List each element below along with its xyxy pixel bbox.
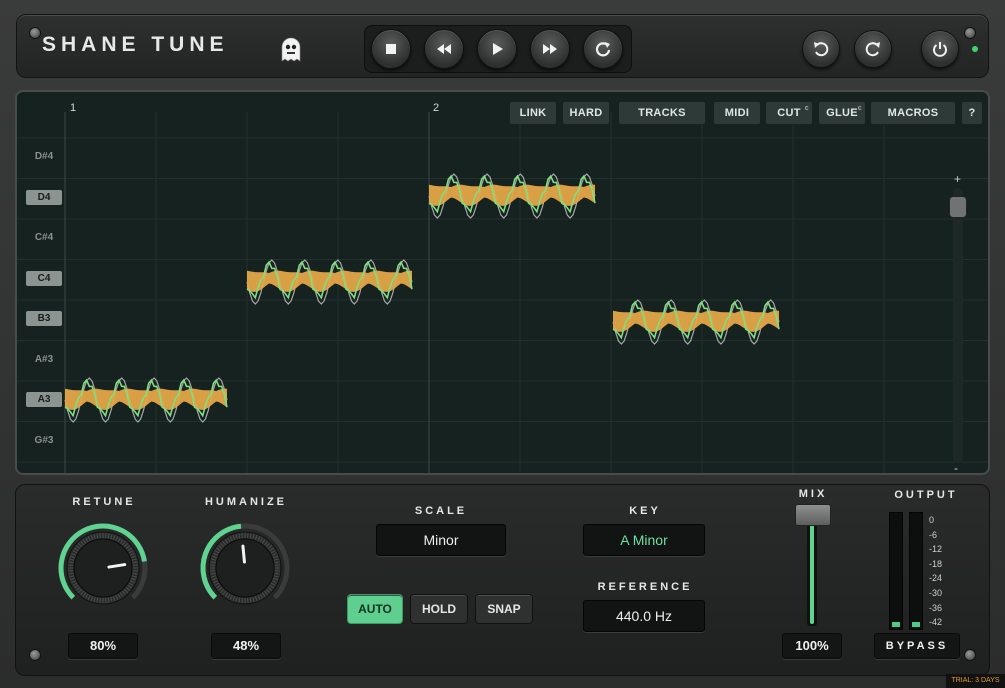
screw-icon [29, 649, 41, 661]
output-meter-right [909, 512, 923, 630]
humanize-value[interactable]: 48% [211, 633, 281, 659]
undo-button[interactable] [802, 30, 840, 68]
midi-button[interactable]: MIDI [713, 101, 761, 125]
link-button[interactable]: LINK [509, 101, 557, 125]
power-button[interactable] [921, 30, 959, 68]
note-label-dsharp4: D#4 [34, 151, 54, 162]
knob-cap [215, 538, 275, 598]
stop-icon [386, 44, 396, 54]
cut-button[interactable]: CUT c [765, 101, 813, 125]
note-label-d4: D4 [26, 189, 62, 205]
retune-value[interactable]: 80% [68, 633, 138, 659]
note-label-b3: B3 [26, 311, 62, 326]
note-label-asharp3: A#3 [34, 353, 54, 365]
fast-forward-icon [543, 44, 557, 54]
reference-label: REFERENCE [597, 581, 693, 593]
play-button[interactable] [477, 29, 517, 69]
mix-slider-fill [810, 524, 814, 624]
retune-knob[interactable] [48, 516, 158, 616]
ghost-logo-icon [281, 37, 301, 62]
mix-label: MIX [798, 488, 828, 500]
note-label-csharp4: C#4 [34, 232, 54, 243]
play-icon [493, 43, 503, 55]
meter-scale-tick: 0 [929, 515, 935, 525]
vertical-zoom-thumb[interactable] [949, 196, 967, 218]
key-select[interactable]: A Minor [583, 524, 705, 556]
loop-icon [595, 42, 611, 57]
meter-scale-tick: -30 [929, 588, 943, 598]
note-label-gsharp3: G#3 [34, 434, 54, 446]
plugin-window: SHANE TUNE 1 2 D#4 D4 C#4 C4 B3 A#3 A3 G#3 [0, 0, 1005, 688]
key-label: KEY [629, 505, 661, 517]
redo-icon [865, 42, 880, 57]
meter-scale-tick: -18 [929, 558, 943, 569]
hard-button[interactable]: HARD [562, 101, 610, 125]
screw-icon [964, 649, 976, 661]
humanize-knob[interactable] [190, 516, 300, 616]
snap-mode-button[interactable]: SNAP [475, 594, 533, 624]
meter-scale-tick: -42 [929, 617, 943, 628]
redo-button[interactable] [854, 30, 892, 68]
vertical-zoom-track[interactable] [953, 188, 963, 463]
cut-shortcut-marker: c [804, 105, 809, 112]
humanize-label: HUMANIZE [204, 496, 288, 508]
hold-mode-button[interactable]: HOLD [410, 594, 468, 624]
meter-scale-tick: -36 [929, 602, 943, 613]
mix-slider-thumb[interactable] [795, 504, 831, 526]
knob-cap [73, 538, 133, 598]
bar-marker-1: 1 [70, 102, 77, 114]
power-indicator-led [972, 46, 978, 52]
tracks-button[interactable]: TRACKS [618, 101, 706, 125]
meter-scale-tick: -12 [929, 544, 943, 555]
screw-icon [29, 27, 41, 39]
macros-button[interactable]: MACROS [870, 101, 956, 125]
rewind-icon [437, 44, 451, 54]
glue-shortcut-marker: c [857, 105, 862, 112]
meter-scale-tick: -24 [929, 573, 943, 584]
mix-value[interactable]: 100% [782, 633, 842, 659]
undo-icon [814, 42, 829, 57]
trial-badge: TRIAL: 3 DAYS [946, 674, 1005, 688]
help-button[interactable]: ? [961, 101, 983, 125]
bypass-button[interactable]: BYPASS [874, 633, 960, 659]
note-label-c4: C4 [26, 270, 62, 286]
knob-pointer [241, 544, 246, 564]
screw-icon [964, 27, 976, 39]
zoom-out-icon[interactable]: - [954, 461, 958, 473]
auto-mode-button[interactable]: AUTO [347, 594, 403, 624]
app-title: SHANE TUNE [42, 33, 229, 56]
reference-field[interactable]: 440.0 Hz [583, 600, 705, 632]
note-label-a3: A3 [26, 392, 62, 407]
pitch-editor[interactable]: 1 2 D#4 D4 C#4 C4 B3 A#3 A3 G#3 LINK HARD TRACK… [15, 90, 990, 475]
output-meter-left [889, 512, 903, 630]
power-icon [933, 42, 947, 57]
bar-marker-2: 2 [433, 102, 440, 114]
pitch-grid [17, 112, 988, 473]
stop-button[interactable] [371, 29, 411, 69]
fast-forward-button[interactable] [530, 29, 570, 69]
scale-select[interactable]: Minor [376, 524, 506, 556]
zoom-in-icon[interactable]: + [954, 172, 961, 186]
rewind-button[interactable] [424, 29, 464, 69]
glue-button[interactable]: GLUE c [818, 101, 866, 125]
loop-button[interactable] [583, 29, 623, 69]
retune-label: RETUNE [72, 496, 136, 508]
output-label: OUTPUT [894, 489, 958, 501]
controls-panel [15, 484, 990, 676]
meter-scale-tick: -6 [929, 529, 938, 540]
scale-label: SCALE [414, 505, 468, 517]
